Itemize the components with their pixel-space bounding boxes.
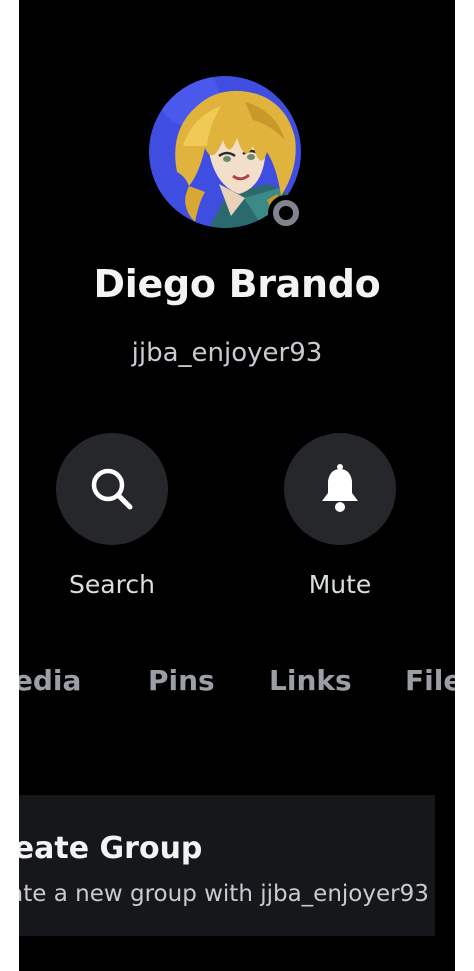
search-button[interactable] [56,433,168,545]
create-group-subtitle: Create a new group with jjba_enjoyer93 [19,881,429,907]
username: jjba_enjoyer93 [131,338,323,368]
tab-bar: Media Pins Links Files [19,664,455,708]
tab-links[interactable]: Links [269,664,352,697]
offline-status-icon [273,200,299,226]
bell-icon [322,464,358,512]
mute-label: Mute [308,570,372,599]
tab-pins[interactable]: Pins [148,664,215,697]
avatar-container[interactable] [149,76,304,231]
device-frame: Diego Brando jjba_enjoyer93 Search Mute … [0,0,474,971]
search-label: Search [69,570,155,599]
create-group-title: Create Group [19,831,203,866]
tab-media[interactable]: Media [19,664,81,697]
mute-button[interactable] [284,433,396,545]
profile-panel: Diego Brando jjba_enjoyer93 Search Mute … [19,0,455,971]
search-icon [91,468,133,510]
create-group-card[interactable]: Create Group Create a new group with jjb… [19,795,435,936]
display-name: Diego Brando [93,262,381,306]
status-indicator [268,195,304,231]
tab-files[interactable]: Files [405,664,455,697]
